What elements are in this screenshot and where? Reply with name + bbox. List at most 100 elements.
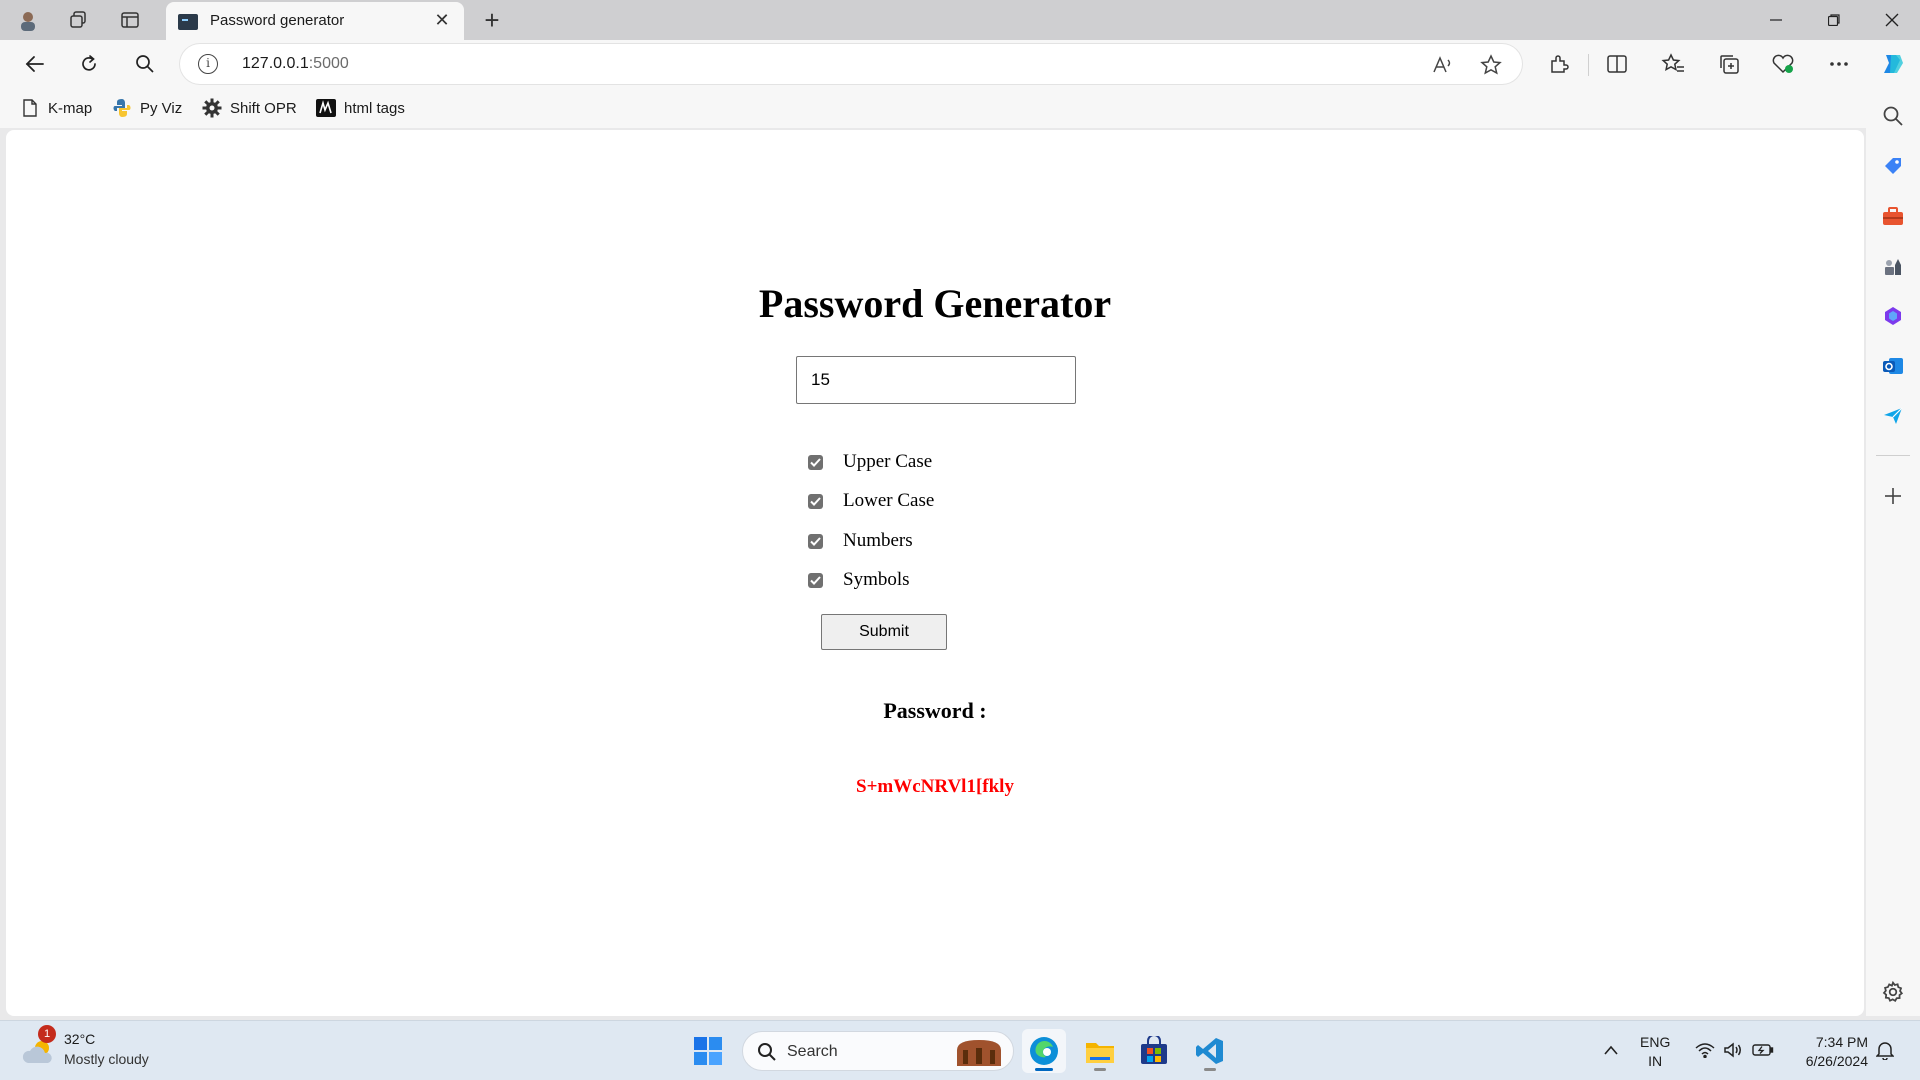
favorite-py-viz[interactable]: Py Viz bbox=[112, 96, 182, 120]
taskbar-search-label: Search bbox=[787, 1043, 838, 1060]
close-tab-icon[interactable]: ✕ bbox=[430, 8, 454, 32]
numbers-label: Numbers bbox=[843, 530, 913, 551]
copilot-icon[interactable] bbox=[1876, 48, 1910, 80]
new-tab-button[interactable]: + bbox=[476, 4, 508, 36]
browser-essentials-icon[interactable] bbox=[1766, 48, 1800, 80]
site-info-icon[interactable]: i bbox=[198, 54, 218, 74]
favorites-bar: K-map Py Viz Shift OPR html tags bbox=[0, 88, 1920, 128]
running-indicator bbox=[1094, 1068, 1106, 1071]
refresh-button[interactable] bbox=[72, 48, 106, 80]
notifications-bell-icon[interactable] bbox=[1874, 1039, 1896, 1061]
toolbar-divider bbox=[1588, 54, 1589, 76]
favorites-icon[interactable] bbox=[1656, 48, 1690, 80]
generated-password: S+mWcNRVl1[fkly bbox=[856, 776, 1014, 797]
address-url[interactable]: 127.0.0.1:5000 bbox=[242, 55, 349, 73]
edge-sidebar bbox=[1866, 88, 1920, 1016]
gear-icon bbox=[202, 98, 222, 118]
browser-toolbar: i 127.0.0.1:5000 bbox=[0, 40, 1920, 88]
folder-icon bbox=[1086, 1043, 1114, 1063]
password-length-input[interactable] bbox=[796, 356, 1076, 404]
add-sidebar-app-icon[interactable] bbox=[1879, 482, 1907, 510]
favorite-label: html tags bbox=[344, 99, 405, 117]
web-page-content: Password Generator Upper Case Lower Case… bbox=[6, 130, 1864, 1016]
taskbar-file-explorer[interactable] bbox=[1078, 1029, 1122, 1073]
microsoft-365-icon[interactable] bbox=[1879, 302, 1907, 330]
split-screen-icon[interactable] bbox=[1600, 48, 1634, 80]
vertical-tabs-icon[interactable] bbox=[116, 6, 144, 34]
page-title: Password Generator bbox=[758, 281, 1112, 326]
shopping-tag-icon[interactable] bbox=[1879, 152, 1907, 180]
option-upper-case[interactable]: Upper Case bbox=[808, 450, 932, 474]
favorite-k-map[interactable]: K-map bbox=[20, 96, 92, 120]
taskbar-edge[interactable] bbox=[1022, 1029, 1066, 1073]
restore-button[interactable] bbox=[1806, 0, 1862, 40]
tools-icon[interactable] bbox=[1879, 202, 1907, 230]
sidebar-search-icon[interactable] bbox=[1879, 102, 1907, 130]
taskbar-clock[interactable]: 7:34 PM 6/26/2024 bbox=[1790, 1033, 1868, 1071]
lower-case-checkbox[interactable] bbox=[808, 493, 823, 509]
sidebar-divider bbox=[1876, 455, 1910, 456]
address-bar[interactable]: i 127.0.0.1:5000 bbox=[180, 44, 1522, 84]
document-icon bbox=[20, 98, 40, 118]
password-result-label: Password : bbox=[883, 698, 987, 723]
collections-icon[interactable] bbox=[1712, 48, 1746, 80]
volume-icon[interactable] bbox=[1722, 1039, 1744, 1061]
show-hidden-icons-chevron-icon[interactable] bbox=[1600, 1039, 1622, 1061]
extensions-icon[interactable] bbox=[1542, 48, 1576, 80]
edge-browser-icon bbox=[1030, 1037, 1058, 1065]
option-numbers[interactable]: Numbers bbox=[808, 529, 913, 553]
taskbar-vscode[interactable] bbox=[1188, 1029, 1232, 1073]
tab-password-generator[interactable]: Password generator ✕ bbox=[166, 2, 464, 40]
region-code: IN bbox=[1648, 1053, 1663, 1069]
option-symbols[interactable]: Symbols bbox=[808, 568, 910, 592]
taskbar-microsoft-store[interactable] bbox=[1132, 1029, 1176, 1073]
workspaces-icon[interactable] bbox=[64, 6, 92, 34]
numbers-checkbox[interactable] bbox=[808, 533, 823, 549]
send-drop-icon[interactable] bbox=[1879, 402, 1907, 430]
lower-case-label: Lower Case bbox=[843, 490, 935, 511]
close-window-button[interactable] bbox=[1864, 0, 1920, 40]
weather-description: Mostly cloudy bbox=[64, 1051, 149, 1067]
clock-time: 7:34 PM bbox=[1815, 1034, 1868, 1050]
active-indicator bbox=[1035, 1068, 1053, 1071]
option-lower-case[interactable]: Lower Case bbox=[808, 489, 934, 513]
vscode-icon bbox=[1196, 1038, 1223, 1064]
start-button[interactable] bbox=[686, 1029, 730, 1073]
outlook-icon[interactable] bbox=[1879, 352, 1907, 380]
weather-temperature: 32°C bbox=[64, 1031, 96, 1047]
back-button[interactable] bbox=[18, 48, 52, 80]
favorite-html-tags[interactable]: html tags bbox=[316, 96, 405, 120]
search-icon[interactable] bbox=[128, 48, 162, 80]
sidebar-settings-gear-icon[interactable] bbox=[1879, 978, 1907, 1006]
upper-case-checkbox[interactable] bbox=[808, 454, 823, 470]
search-icon bbox=[758, 1043, 776, 1061]
symbols-label: Symbols bbox=[843, 569, 910, 590]
favorite-label: Py Viz bbox=[140, 99, 183, 117]
taskbar-search-box[interactable]: Search bbox=[742, 1031, 1014, 1071]
games-icon[interactable] bbox=[1879, 252, 1907, 280]
upper-case-label: Upper Case bbox=[843, 451, 933, 472]
symbols-checkbox[interactable] bbox=[808, 572, 823, 588]
battery-charging-icon[interactable] bbox=[1752, 1039, 1774, 1061]
terminal-favicon-icon bbox=[178, 14, 198, 30]
favorite-shift-opr[interactable]: Shift OPR bbox=[202, 96, 297, 120]
notification-badge: 1 bbox=[38, 1025, 56, 1043]
windows-taskbar: 1 32°C Mostly cloudy Search ENG IN 7:34 … bbox=[0, 1020, 1920, 1080]
favorite-label: Shift OPR bbox=[230, 99, 297, 117]
more-options-icon[interactable] bbox=[1822, 48, 1856, 80]
windows-logo-icon bbox=[694, 1037, 722, 1065]
m-logo-icon bbox=[316, 98, 336, 118]
submit-button[interactable]: Submit bbox=[821, 614, 947, 650]
python-icon bbox=[112, 98, 132, 118]
wifi-icon[interactable] bbox=[1694, 1039, 1716, 1061]
tab-title: Password generator bbox=[210, 12, 345, 29]
clock-date: 6/26/2024 bbox=[1805, 1053, 1868, 1069]
favorite-label: K-map bbox=[48, 99, 93, 117]
running-indicator bbox=[1204, 1068, 1216, 1071]
language-code: ENG bbox=[1640, 1034, 1671, 1050]
input-language-indicator[interactable]: ENG IN bbox=[1640, 1033, 1670, 1071]
read-aloud-icon[interactable] bbox=[1430, 52, 1456, 78]
minimize-button[interactable] bbox=[1748, 0, 1804, 40]
favorite-star-icon[interactable] bbox=[1478, 52, 1504, 78]
profile-avatar-icon[interactable] bbox=[14, 6, 42, 34]
